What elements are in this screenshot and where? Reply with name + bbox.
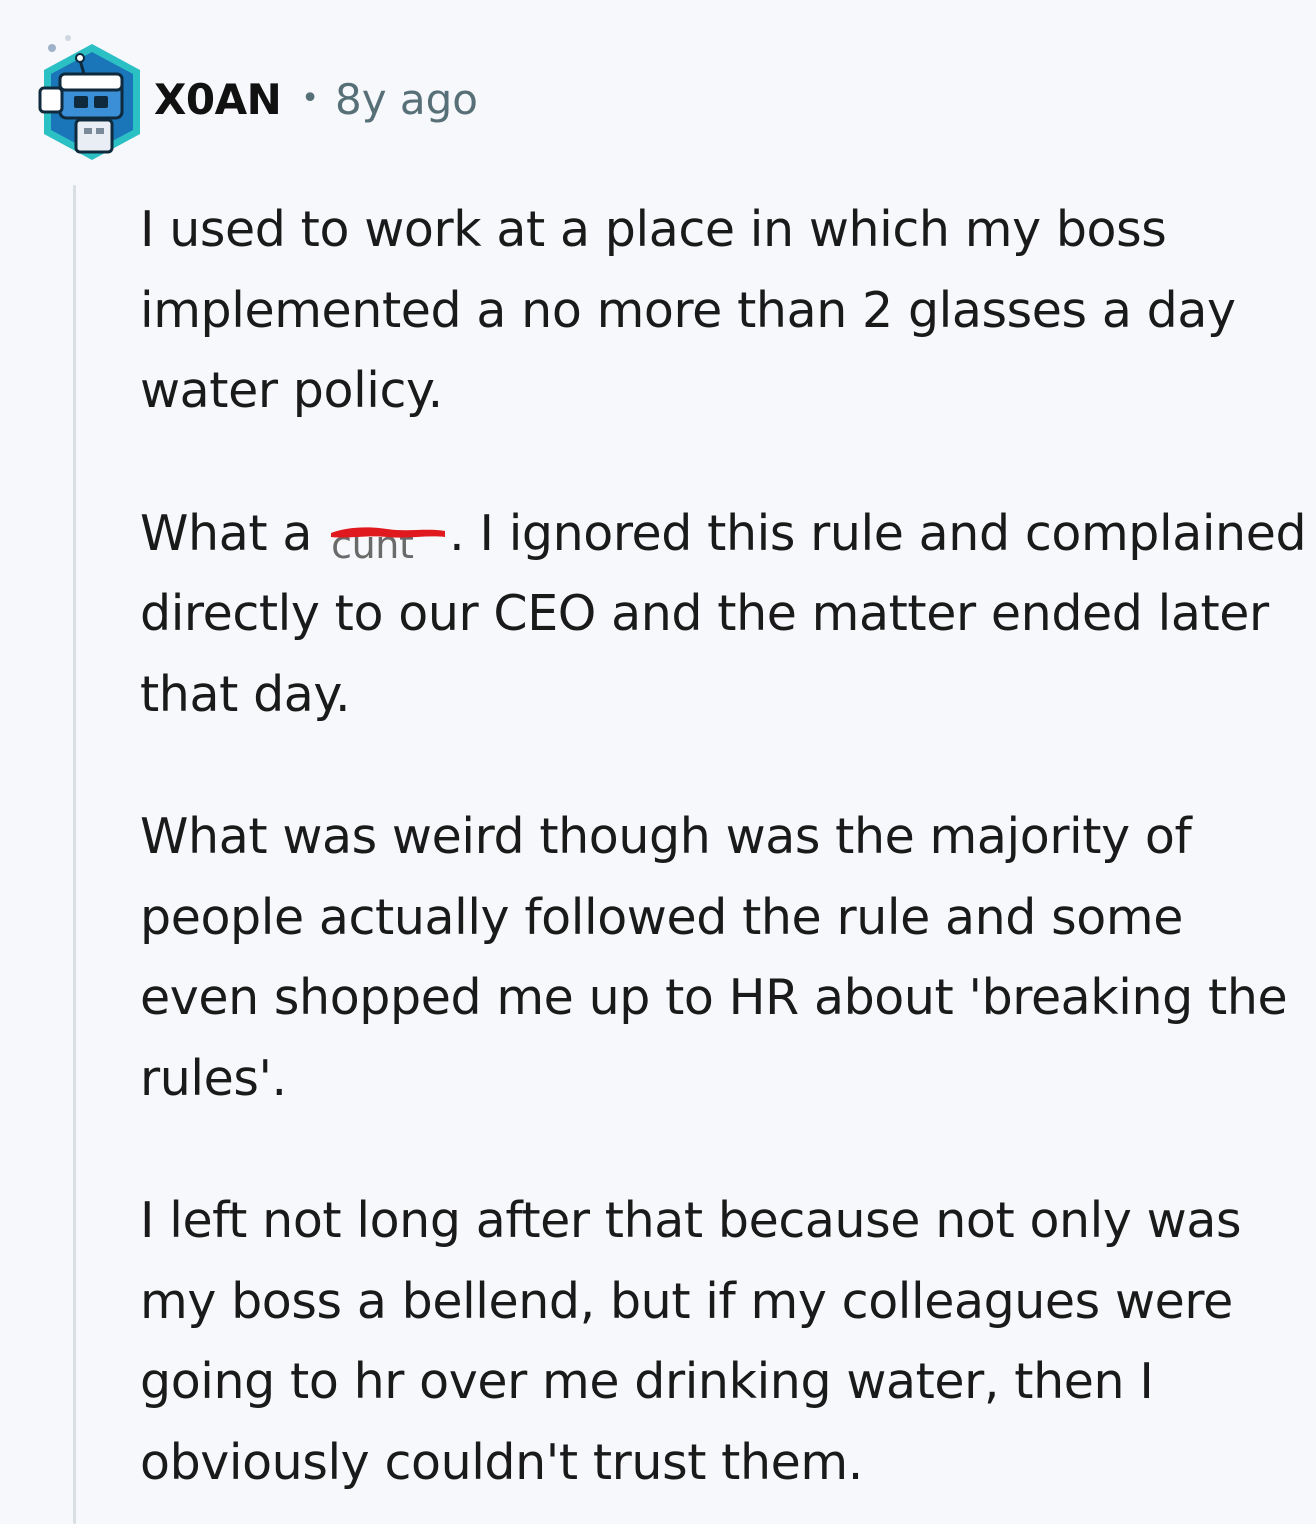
paragraph-2-start: What a [140, 504, 328, 562]
timestamp[interactable]: 8y ago [335, 75, 478, 124]
snoo-robot-hexagon-icon [38, 35, 140, 160]
thread-collapse-line[interactable] [73, 185, 76, 1524]
comment-card: X0AN • 8y ago I used to work at a place … [0, 0, 1316, 1524]
redacted-word-text: cunt [331, 522, 414, 567]
comment-paragraph-2: What a cunt. I ignored this rule and com… [140, 494, 1310, 736]
meta-separator: • [301, 81, 319, 116]
username-link[interactable]: X0AN [154, 75, 282, 124]
redaction-scribble-icon [331, 526, 446, 538]
comment-header: X0AN • 8y ago [30, 30, 478, 170]
comment-body: I used to work at a place in which my bo… [140, 190, 1310, 1503]
avatar[interactable] [30, 30, 150, 170]
comment-paragraph-4: I left not long after that because not o… [140, 1192, 1242, 1491]
comment-paragraph-1: I used to work at a place in which my bo… [140, 201, 1236, 419]
comment-meta: X0AN • 8y ago [154, 75, 478, 124]
comment-paragraph-3: What was weird though was the majority o… [140, 808, 1288, 1107]
redacted-word: cunt [327, 507, 449, 567]
